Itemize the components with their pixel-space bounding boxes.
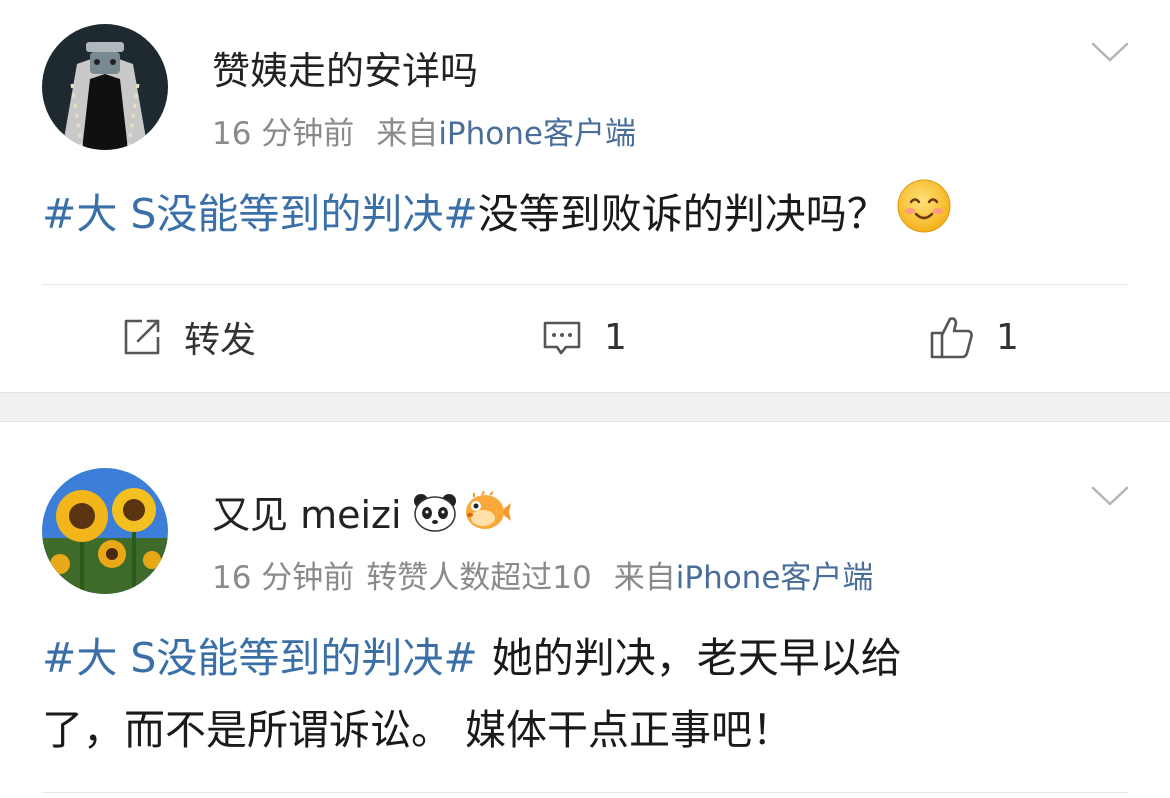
- post-separator: [0, 392, 1170, 422]
- post-meta: 16 分钟前 转赞人数超过10 来自iPhone客户端: [212, 552, 873, 597]
- username[interactable]: 又见 meizi: [212, 484, 512, 539]
- chevron-down-icon[interactable]: [1090, 40, 1130, 64]
- source-client[interactable]: iPhone客户端: [676, 560, 874, 596]
- repost-like-note: 转赞人数超过10: [366, 560, 592, 596]
- repost-button[interactable]: 转发: [120, 312, 256, 362]
- post-time: 16 分钟前: [212, 560, 355, 596]
- post-text: #大 S没能等到的判决# 她的判决，老天早以给 了，而不是所谓诉讼。 媒体干点正事…: [42, 622, 902, 766]
- topic-link[interactable]: #大 S没能等到的判决#: [42, 634, 478, 682]
- chevron-down-icon[interactable]: [1090, 484, 1130, 508]
- post-body: 没等到败诉的判决吗？: [477, 190, 888, 238]
- pufferfish-badge-icon: [464, 490, 512, 533]
- source-prefix: 来自: [376, 116, 439, 152]
- post-2: 又见 meizi 16 分钟前 转赞人数超过10 来自iPhone客户端 #大 …: [0, 422, 1170, 798]
- sunflower-avatar-icon: [42, 468, 168, 594]
- panda-badge-icon: [412, 492, 458, 532]
- smile-emoji-icon: [896, 178, 952, 256]
- thumbs-up-icon: [930, 317, 973, 359]
- source-client[interactable]: iPhone客户端: [438, 116, 636, 152]
- topic-link[interactable]: #大 S没能等到的判决#: [42, 190, 478, 238]
- dark-cloak-avatar-icon: [42, 24, 168, 150]
- comment-count: 1: [604, 316, 627, 358]
- avatar[interactable]: [42, 468, 168, 594]
- avatar[interactable]: [42, 24, 168, 150]
- comment-icon: [543, 321, 581, 355]
- post-body-line2: 了，而不是所谓诉讼。 媒体干点正事吧！: [42, 706, 794, 754]
- comment-button[interactable]: 1: [540, 312, 627, 362]
- divider: [42, 792, 1128, 793]
- post-text: #大 S没能等到的判决#没等到败诉的判决吗？: [42, 178, 952, 256]
- like-button[interactable]: 1: [928, 312, 1019, 362]
- post-meta: 16 分钟前 来自iPhone客户端: [212, 108, 636, 153]
- post-body-line1: 她的判决，老天早以给: [491, 634, 902, 682]
- divider: [42, 284, 1128, 285]
- source-prefix: 来自: [613, 560, 676, 596]
- edit-share-icon: [124, 319, 160, 355]
- post-1: 赞姨走的安详吗 16 分钟前 来自iPhone客户端 #大 S没能等到的判决#没等…: [0, 0, 1170, 392]
- post-time: 16 分钟前: [212, 116, 355, 152]
- username[interactable]: 赞姨走的安详吗: [212, 40, 478, 95]
- like-count: 1: [996, 316, 1019, 358]
- repost-label: 转发: [184, 320, 257, 361]
